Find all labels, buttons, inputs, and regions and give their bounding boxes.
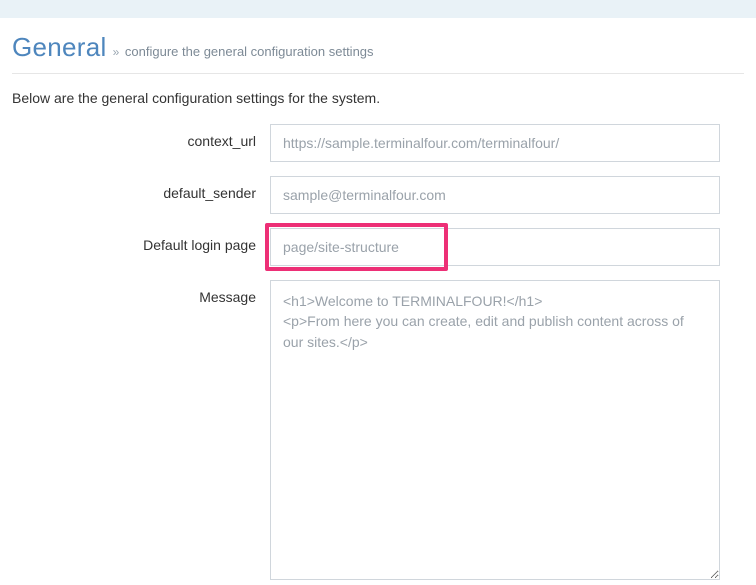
row-default-login-page: Default login page: [12, 228, 744, 266]
top-bar: [0, 0, 756, 18]
page-title: General: [12, 32, 107, 63]
input-context-url[interactable]: [270, 124, 720, 162]
label-default-sender: default_sender: [12, 176, 270, 201]
row-context-url: context_url: [12, 124, 744, 162]
page-header: General » configure the general configur…: [12, 32, 744, 74]
label-context-url: context_url: [12, 124, 270, 149]
intro-text: Below are the general configuration sett…: [12, 74, 744, 124]
label-message: Message: [12, 280, 270, 305]
input-default-login-page[interactable]: [270, 228, 720, 266]
label-default-login-page: Default login page: [12, 228, 270, 253]
textarea-message[interactable]: [270, 280, 720, 580]
page-subtitle: configure the general configuration sett…: [125, 44, 374, 59]
page-content: General » configure the general configur…: [0, 18, 756, 585]
page-subtitle-wrap: » configure the general configuration se…: [113, 44, 374, 59]
input-default-sender[interactable]: [270, 176, 720, 214]
breadcrumb-separator: »: [113, 45, 120, 59]
row-message: Message: [12, 280, 744, 585]
row-default-sender: default_sender: [12, 176, 744, 214]
